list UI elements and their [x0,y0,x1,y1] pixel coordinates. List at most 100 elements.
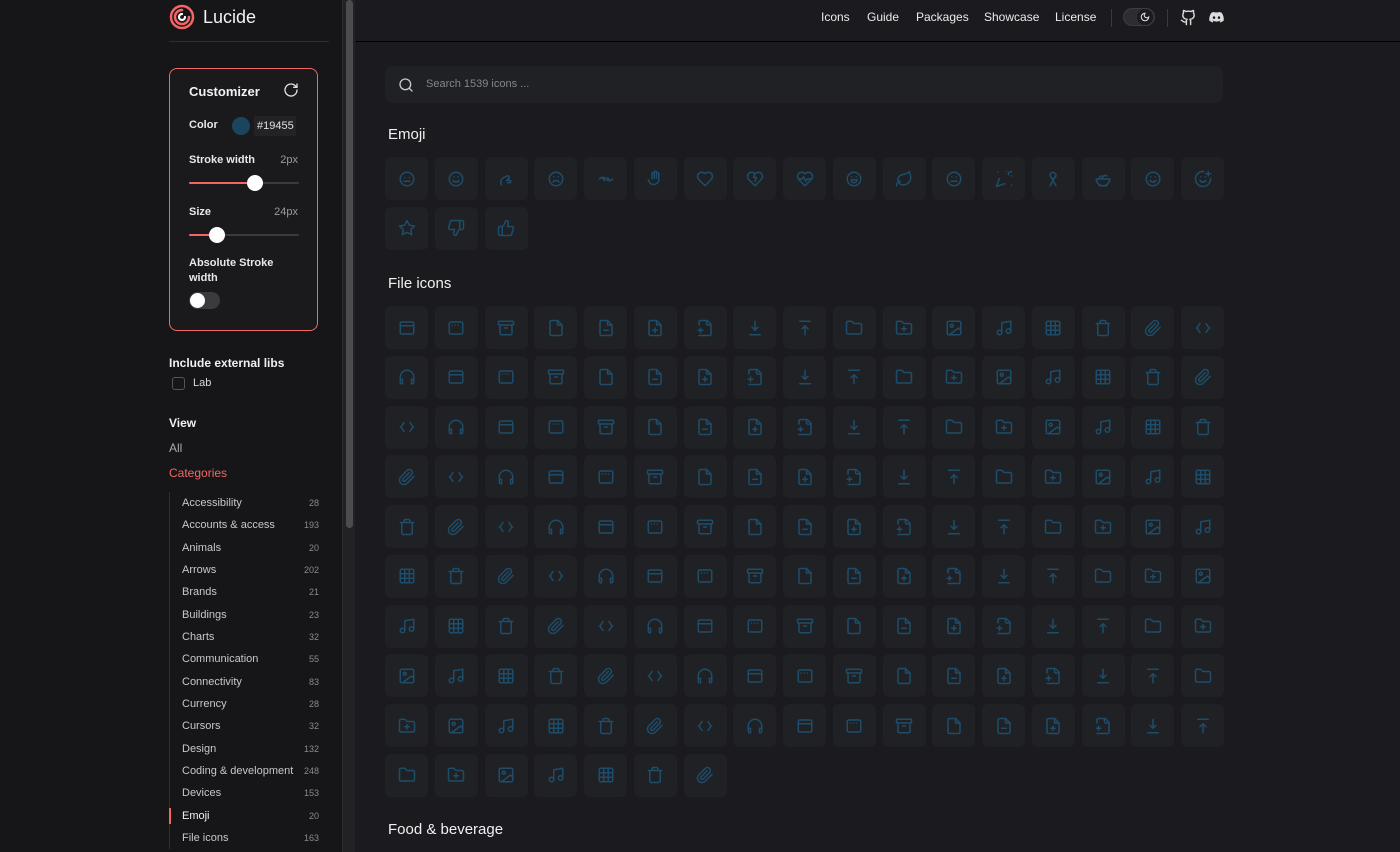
icon-tile[interactable] [534,355,578,399]
icon-tile[interactable] [783,157,826,200]
reset-icon[interactable] [283,82,299,98]
icon-tile[interactable] [434,405,478,449]
category-item[interactable]: Arrows 202 [170,559,319,581]
icon-tile[interactable] [633,306,677,349]
category-item[interactable]: Connectivity 83 [170,671,319,693]
icon-tile[interactable] [932,604,976,648]
icon-tile[interactable] [484,753,528,797]
icon-tile[interactable] [882,306,926,349]
icon-tile[interactable] [385,306,428,349]
icon-tile[interactable] [534,405,578,449]
icon-tile[interactable] [1131,654,1175,698]
icon-tile[interactable] [733,604,777,648]
icon-tile[interactable] [484,355,528,399]
icon-tile[interactable] [1081,355,1125,399]
category-item[interactable]: Animals 20 [170,537,319,559]
icon-tile[interactable] [1131,455,1175,499]
icon-tile[interactable] [434,355,478,399]
icon-tile[interactable] [982,355,1025,399]
icon-tile[interactable] [783,455,826,499]
icon-tile[interactable] [932,654,976,698]
icon-tile[interactable] [1031,505,1075,548]
icon-tile[interactable] [484,157,528,200]
icon-tile[interactable] [982,654,1025,698]
icon-tile[interactable] [932,355,976,399]
icon-tile[interactable] [484,704,528,747]
icon-tile[interactable] [484,405,528,449]
category-item[interactable]: Accessibility 28 [170,492,319,514]
icon-tile[interactable] [534,455,578,499]
category-item[interactable]: File icons 163 [170,827,319,849]
icon-tile[interactable] [882,505,926,548]
icon-tile[interactable] [1181,704,1224,747]
category-item[interactable]: Accounts & access 193 [170,514,319,536]
view-all-link[interactable]: All [169,441,182,455]
icon-tile[interactable] [683,306,727,349]
icon-tile[interactable] [783,704,826,747]
icon-tile[interactable] [882,455,926,499]
icon-tile[interactable] [982,306,1025,349]
lab-label[interactable]: Lab [193,377,211,389]
icon-tile[interactable] [832,654,876,698]
icon-tile[interactable] [633,157,677,200]
stroke-width-slider-thumb[interactable] [247,175,263,191]
icon-tile[interactable] [683,355,727,399]
icon-tile[interactable] [1031,654,1075,698]
icon-tile[interactable] [683,704,727,747]
category-item[interactable]: Communication 55 [170,648,319,670]
icon-tile[interactable] [1081,306,1125,349]
icon-tile[interactable] [832,505,876,548]
icon-tile[interactable] [534,306,578,349]
icon-tile[interactable] [783,505,826,548]
absolute-stroke-toggle[interactable] [189,292,220,309]
size-slider[interactable] [189,227,299,243]
icon-tile[interactable] [484,306,528,349]
icon-tile[interactable] [783,604,826,648]
icon-tile[interactable] [982,604,1025,648]
icon-tile[interactable] [633,753,677,797]
icon-tile[interactable] [1181,604,1224,648]
icon-tile[interactable] [534,554,578,598]
icon-tile[interactable] [932,554,976,598]
icon-tile[interactable] [1081,554,1125,598]
icon-tile[interactable] [385,157,428,200]
icon-tile[interactable] [1181,455,1224,499]
icon-tile[interactable] [484,654,528,698]
icon-tile[interactable] [1031,604,1075,648]
icon-tile[interactable] [683,554,727,598]
icon-tile[interactable] [1081,604,1125,648]
icon-tile[interactable] [882,554,926,598]
icon-tile[interactable] [385,704,428,747]
icon-tile[interactable] [633,604,677,648]
icon-tile[interactable] [434,654,478,698]
icon-tile[interactable] [1131,604,1175,648]
search-bar[interactable]: Search 1539 icons ... [385,66,1223,103]
icon-tile[interactable] [1181,654,1224,698]
icon-tile[interactable] [733,704,777,747]
icon-tile[interactable] [1031,554,1075,598]
icon-tile[interactable] [982,505,1025,548]
icon-tile[interactable] [385,554,428,598]
icon-tile[interactable] [1081,654,1125,698]
icon-tile[interactable] [484,455,528,499]
icon-tile[interactable] [584,157,627,200]
icon-tile[interactable] [932,405,976,449]
icon-tile[interactable] [1181,306,1224,349]
category-item[interactable]: Coding & development 248 [170,760,319,782]
color-swatch[interactable] [232,117,250,135]
icon-tile[interactable] [534,157,578,200]
icon-tile[interactable] [633,554,677,598]
icon-tile[interactable] [982,455,1025,499]
icon-tile[interactable] [733,654,777,698]
icon-tile[interactable] [683,604,727,648]
icon-tile[interactable] [832,306,876,349]
icon-tile[interactable] [633,355,677,399]
icon-tile[interactable] [783,554,826,598]
view-categories-link[interactable]: Categories [169,466,227,480]
icon-tile[interactable] [733,157,777,200]
icon-tile[interactable] [434,604,478,648]
icon-tile[interactable] [385,355,428,399]
icon-tile[interactable] [882,405,926,449]
size-slider-thumb[interactable] [208,227,225,243]
icon-tile[interactable] [882,355,926,399]
